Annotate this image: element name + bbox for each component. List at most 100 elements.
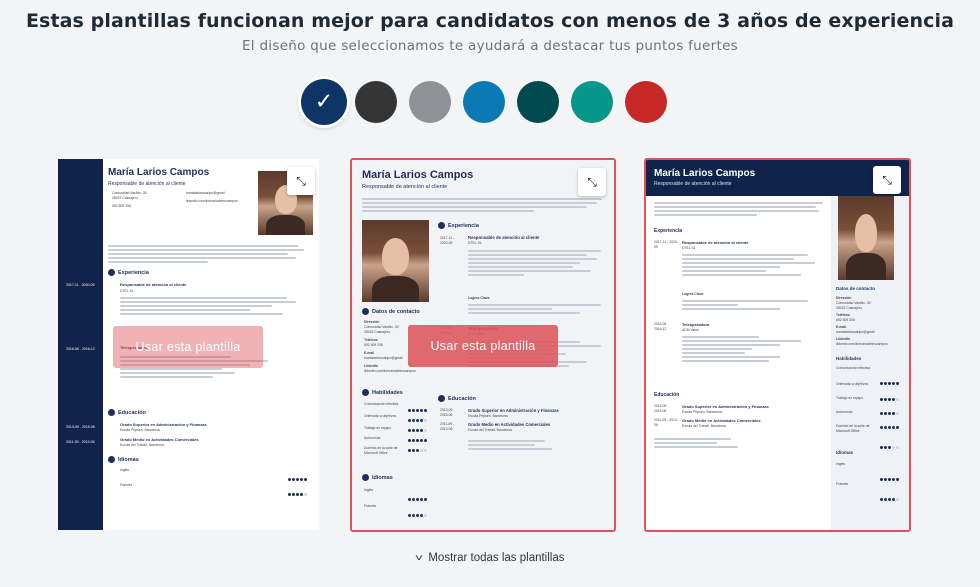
resume-edu-1: Grado Superior en Administración y Finan… bbox=[120, 422, 207, 427]
contact-address-label: Dirección bbox=[836, 296, 852, 300]
resume-job-bullets-2 bbox=[682, 334, 822, 364]
resume-name: María Larios Campos bbox=[108, 167, 210, 178]
skill-5: Dominio de la suite de Microsoft Office bbox=[364, 446, 398, 455]
contact-address-label: Dirección bbox=[364, 320, 380, 324]
resume-date: 2017-11 - 2020-09 bbox=[440, 236, 455, 245]
resume-job-title: Responsable de atención al cliente bbox=[468, 235, 540, 240]
resume-section-experience: Experiencia bbox=[108, 269, 149, 276]
chevron-down-icon: ˅ bbox=[414, 553, 423, 564]
resume-section-experience: Experiencia bbox=[438, 222, 479, 229]
resume-date: 2017-11 - 2020-09 bbox=[654, 240, 678, 249]
resume-linkedin: linkedin.com/in/mariadeinscampos bbox=[186, 199, 238, 203]
skill-5: Dominio de la suite de Microsoft Office bbox=[836, 424, 870, 433]
contact-email: mariadelarosaripo@gmail bbox=[836, 330, 875, 334]
resume-lang-2-level bbox=[408, 504, 428, 522]
contact-address: Comunidad Vasibic, 30 bbox=[836, 301, 871, 305]
resume-edu-1: Grado Superior en Administración y Finan… bbox=[682, 404, 769, 409]
resume-section-education: Educación bbox=[438, 395, 476, 402]
resume-edu-2-school: Escola del Treball, Barcelona bbox=[682, 424, 726, 428]
resume-job-company: DTEL SL bbox=[120, 289, 134, 293]
expand-icon[interactable]: ⤡ bbox=[578, 168, 606, 196]
color-swatch-blue[interactable] bbox=[463, 81, 505, 123]
resume-lang-2: Francés bbox=[364, 504, 377, 508]
template-card-3[interactable]: María Larios Campos Responsable de atenc… bbox=[644, 158, 911, 532]
contact-email: mariadelarosaripo@gmail bbox=[364, 356, 403, 360]
resume-section-skills: Habilidades bbox=[836, 356, 862, 361]
resume-date: 2016-06 - 2016-12 bbox=[654, 322, 669, 331]
color-swatch-navy[interactable]: ✓ bbox=[301, 79, 347, 125]
resume-date: 2011-09 - 2013-06 bbox=[66, 440, 95, 444]
resume-role: Responsable de atención al cliente bbox=[654, 181, 732, 187]
contact-phone-label: Teléfono bbox=[836, 313, 850, 317]
template-card-2[interactable]: María Larios Campos Responsable de atenc… bbox=[350, 158, 616, 532]
template-card-1[interactable]: 2017-11 - 2020-09 2016-06 - 2016-12 2013… bbox=[58, 159, 319, 530]
resume-lang-2: Francés bbox=[836, 482, 849, 486]
resume-address: Comunidad Vasibic, 30 bbox=[112, 191, 147, 195]
contact-linkedin-label: LinkedIn bbox=[364, 364, 378, 368]
resume-section-skills: Habilidades bbox=[362, 389, 403, 396]
resume-date: 2011-09 - 2013-06 bbox=[654, 418, 678, 427]
contact-email-label: E-mail bbox=[364, 351, 375, 355]
contact-linkedin: linkedin.com/in/mariadeinscampos bbox=[364, 369, 416, 373]
resume-lang-2-level bbox=[288, 483, 308, 501]
resume-extra-bullets bbox=[654, 436, 794, 450]
resume-job-bullets bbox=[120, 295, 305, 317]
resume-achievements: Logros Clave bbox=[682, 292, 704, 296]
resume-job-company: DTEL SL bbox=[682, 246, 696, 250]
resume-edu-2: Grado Medio en Actividades Comerciales bbox=[682, 418, 761, 423]
use-template-button[interactable]: Usar esta plantilla bbox=[408, 325, 558, 367]
resume-summary bbox=[108, 243, 308, 265]
page-title: Estas plantillas funcionan mejor para ca… bbox=[25, 10, 955, 32]
resume-role: Responsable de atención al cliente bbox=[362, 184, 448, 190]
resume-email: mariadelarosaripo@gmail bbox=[186, 191, 225, 195]
resume-job-title-2: Teleoperadora bbox=[682, 322, 710, 327]
resume-section-languages: Idiomas bbox=[362, 474, 393, 481]
resume-name: María Larios Campos bbox=[654, 168, 756, 179]
color-swatch-dark-teal[interactable] bbox=[517, 81, 559, 123]
resume-lang-2: Francés bbox=[120, 483, 133, 487]
resume-photo bbox=[838, 196, 894, 280]
contact-email-label: E-mail bbox=[836, 325, 847, 329]
resume-section-education: Educación bbox=[654, 392, 680, 398]
expand-icon[interactable]: ⤡ bbox=[873, 166, 901, 194]
resume-edu-2-school: Escola del Treball, Barcelona bbox=[120, 443, 164, 447]
contact-address-2: 28023 Casnajero bbox=[836, 306, 862, 310]
resume-job-company-2: ADM Value bbox=[682, 328, 699, 332]
resume-role: Responsable de atención al cliente bbox=[108, 181, 186, 187]
resume-achievements-list bbox=[468, 302, 608, 316]
resume-edu-2: Grado Medio en Actividades Comerciales bbox=[468, 422, 551, 427]
skill-2: Orientada a objetivos bbox=[364, 414, 397, 418]
resume-date: 2016-06 - 2016-12 bbox=[66, 347, 95, 351]
resume-name: María Larios Campos bbox=[362, 169, 474, 181]
color-swatch-teal[interactable] bbox=[571, 81, 613, 123]
resume-photo bbox=[362, 220, 429, 302]
resume-date: 2017-11 - 2020-09 bbox=[66, 283, 95, 287]
contact-linkedin: linkedin.com/in/mariadeinscampos bbox=[836, 342, 888, 346]
resume-section-experience: Experiencia bbox=[654, 228, 683, 234]
color-swatch-charcoal[interactable] bbox=[355, 81, 397, 123]
contact-phone-label: Teléfono bbox=[364, 338, 378, 342]
resume-lang-2-level bbox=[880, 488, 900, 506]
resume-section-languages: Idiomas bbox=[108, 456, 139, 463]
use-template-button[interactable]: Usar esta plantilla bbox=[113, 326, 263, 368]
resume-address-2: 28023 Casnajero bbox=[112, 196, 138, 200]
resume-lang-1: Inglés bbox=[364, 488, 374, 492]
color-swatch-gray[interactable] bbox=[409, 81, 451, 123]
contact-linkedin-label: LinkedIn bbox=[836, 337, 850, 341]
resume-job-company: DTEL SL bbox=[468, 241, 482, 245]
resume-edu-1: Grado Superior en Administración y Finan… bbox=[468, 408, 559, 413]
contact-address: Comunidad Vasibic, 30 bbox=[364, 325, 399, 329]
resume-edu-1-school: Escola Pepsen, Barcelona bbox=[468, 414, 508, 418]
contact-phone: 692 509 206 bbox=[836, 318, 855, 322]
skill-1: Comunicación efectiva bbox=[364, 402, 399, 406]
show-all-templates-link[interactable]: ˅ Mostrar todas las plantillas bbox=[0, 552, 980, 564]
color-swatch-red[interactable] bbox=[625, 81, 667, 123]
resume-date: 2013-09 - 2015-06 bbox=[654, 404, 669, 413]
expand-icon[interactable]: ⤡ bbox=[287, 167, 315, 195]
resume-lang-1: Inglés bbox=[120, 468, 130, 472]
resume-lang-1-level bbox=[880, 468, 900, 486]
resume-summary bbox=[362, 196, 607, 214]
skill-4: Autonomía bbox=[836, 410, 853, 414]
resume-section-languages: Idiomas bbox=[836, 450, 854, 455]
resume-edu-2-school: Escola del Treball, Barcelona bbox=[468, 428, 512, 432]
